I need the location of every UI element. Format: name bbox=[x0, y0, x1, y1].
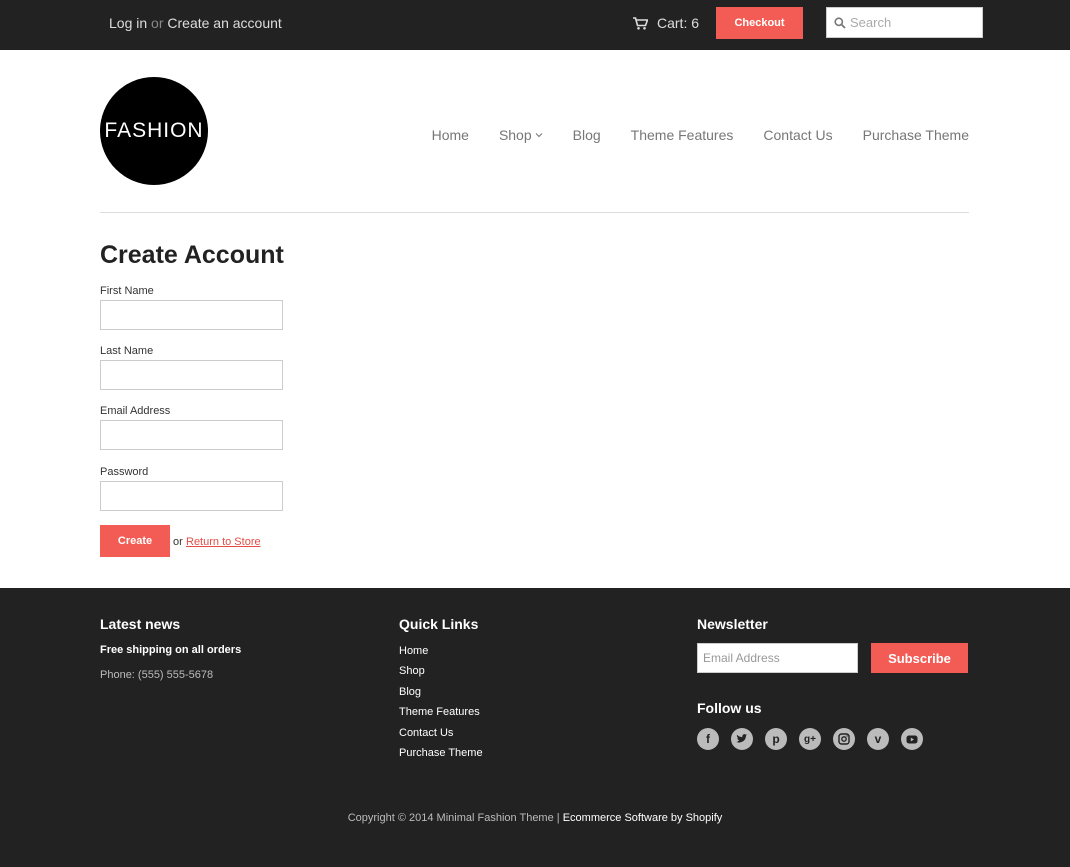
email-input[interactable] bbox=[100, 420, 283, 450]
quick-link-theme-features[interactable]: Theme Features bbox=[399, 705, 483, 725]
facebook-icon[interactable]: f bbox=[697, 728, 719, 750]
top-bar: Log in or Create an account Cart: 6 Chec… bbox=[0, 0, 1070, 50]
quick-links-title: Quick Links bbox=[399, 616, 479, 632]
last-name-input[interactable] bbox=[100, 360, 283, 390]
nav-label: Shop bbox=[498, 127, 532, 143]
quick-link-purchase-theme[interactable]: Purchase Theme bbox=[399, 746, 483, 766]
nav-shop[interactable]: Shop bbox=[499, 127, 543, 143]
password-input[interactable] bbox=[100, 481, 283, 511]
instagram-icon[interactable] bbox=[833, 728, 855, 750]
news-phone: Phone: (555) 555-5678 bbox=[100, 669, 214, 681]
account-or: or bbox=[151, 15, 164, 31]
logo[interactable]: FASHION bbox=[100, 77, 208, 185]
cart-label: Cart: 6 bbox=[657, 15, 700, 31]
social-icons: f p g+ v bbox=[697, 728, 935, 750]
first-name-label: First Name bbox=[100, 285, 154, 297]
google-plus-icon[interactable]: g+ bbox=[799, 728, 821, 750]
copyright-text: Copyright © 2014 Minimal Fashion Theme | bbox=[347, 812, 560, 824]
quick-link-shop[interactable]: Shop bbox=[399, 664, 483, 684]
page-title: Create Account bbox=[100, 241, 284, 269]
news-shipping: Free shipping on all orders bbox=[100, 644, 242, 656]
pinterest-icon[interactable]: p bbox=[765, 728, 787, 750]
password-label: Password bbox=[100, 466, 149, 478]
return-to-store-link[interactable]: Return to Store bbox=[186, 536, 261, 548]
nav-label: Home bbox=[431, 127, 469, 143]
logo-text: FASHION bbox=[104, 119, 204, 142]
cart-link[interactable]: Cart: 6 bbox=[633, 15, 699, 31]
quick-link-home[interactable]: Home bbox=[399, 644, 483, 664]
quick-link-contact-us[interactable]: Contact Us bbox=[399, 726, 483, 746]
subscribe-button[interactable]: Subscribe bbox=[871, 643, 968, 673]
first-name-input[interactable] bbox=[100, 300, 283, 330]
quick-link-blog[interactable]: Blog bbox=[399, 685, 483, 705]
nav-contact-us[interactable]: Contact Us bbox=[763, 127, 832, 143]
quick-links-list: Home Shop Blog Theme Features Contact Us… bbox=[399, 644, 483, 766]
search-icon bbox=[834, 16, 846, 29]
nav-label: Theme Features bbox=[630, 127, 734, 143]
chevron-down-icon bbox=[535, 133, 543, 138]
or-text: or bbox=[173, 536, 183, 548]
vimeo-icon[interactable]: v bbox=[867, 728, 889, 750]
last-name-label: Last Name bbox=[100, 345, 154, 357]
nav-theme-features[interactable]: Theme Features bbox=[631, 127, 734, 143]
nav-label: Contact Us bbox=[763, 127, 833, 143]
login-link[interactable]: Log in bbox=[109, 15, 147, 31]
account-links: Log in or Create an account bbox=[109, 15, 282, 31]
footer: Latest news Free shipping on all orders … bbox=[0, 588, 1070, 867]
nav-blog[interactable]: Blog bbox=[573, 127, 601, 143]
create-button[interactable]: Create bbox=[100, 525, 170, 557]
header-divider bbox=[100, 212, 969, 213]
create-account-link[interactable]: Create an account bbox=[167, 15, 281, 31]
search-input[interactable] bbox=[850, 15, 970, 30]
nav-label: Purchase Theme bbox=[862, 127, 969, 143]
nav-label: Blog bbox=[572, 127, 601, 143]
newsletter-email-input[interactable] bbox=[697, 643, 858, 673]
nav-purchase-theme[interactable]: Purchase Theme bbox=[863, 127, 969, 143]
youtube-icon[interactable] bbox=[901, 728, 923, 750]
copyright: Copyright © 2014 Minimal Fashion Theme |… bbox=[0, 812, 1070, 824]
cart-icon bbox=[633, 16, 648, 30]
newsletter-title: Newsletter bbox=[697, 616, 768, 632]
main-nav: Home Shop Blog Theme Features Contact Us… bbox=[402, 127, 969, 143]
twitter-icon[interactable] bbox=[731, 728, 753, 750]
checkout-button[interactable]: Checkout bbox=[716, 7, 803, 39]
shopify-link[interactable]: Ecommerce Software by Shopify bbox=[563, 812, 723, 824]
email-label: Email Address bbox=[100, 405, 171, 417]
search-box bbox=[826, 7, 983, 38]
follow-us-title: Follow us bbox=[697, 700, 762, 716]
latest-news-title: Latest news bbox=[100, 616, 181, 632]
nav-home[interactable]: Home bbox=[432, 127, 469, 143]
